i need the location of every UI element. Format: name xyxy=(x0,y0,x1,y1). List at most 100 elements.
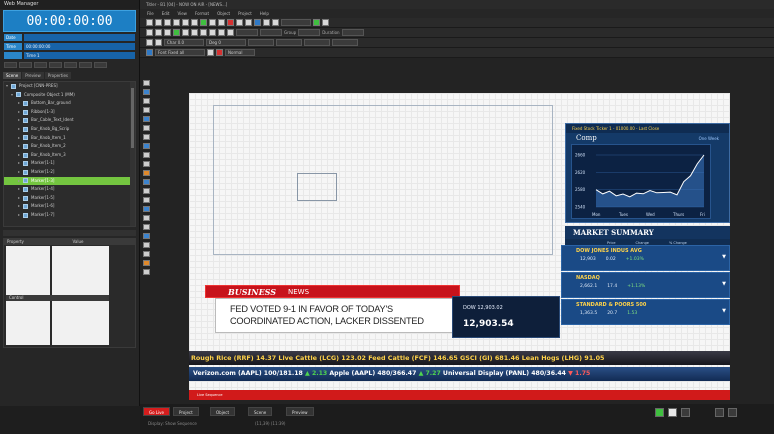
cut-icon[interactable] xyxy=(173,19,180,26)
group-field[interactable] xyxy=(298,29,321,36)
menu-file[interactable]: File xyxy=(147,11,154,16)
pan-tool-icon[interactable] xyxy=(143,224,150,230)
duration-field[interactable] xyxy=(341,29,364,36)
tree-item[interactable]: ▸ Bar_Knob_Item_2 xyxy=(4,142,135,151)
tab-scene[interactable]: Scene xyxy=(3,72,22,79)
save-icon[interactable] xyxy=(164,19,171,26)
tree-item[interactable]: ▸ Bar_Knob_Bg_Scrip xyxy=(4,125,135,134)
new-icon[interactable] xyxy=(146,19,153,26)
menu-format[interactable]: Format xyxy=(195,11,209,16)
x-field[interactable] xyxy=(236,29,258,36)
time-field[interactable]: Time 00:00:00:00 xyxy=(4,43,135,50)
market-row[interactable]: STANDARD & POORS 500 1,363.5 20.7 1.53 ▼ xyxy=(561,299,730,325)
value-list-2[interactable] xyxy=(52,301,109,345)
align-left-icon[interactable] xyxy=(182,29,189,36)
lock-icon[interactable] xyxy=(227,29,234,36)
tree-item[interactable]: ▸ Bar_Cable_Text_Ident xyxy=(4,116,135,125)
market-row[interactable]: DOW JONES INDUS AVG 12,903 0.02 +1.03% ▼ xyxy=(561,245,730,271)
image-tool-icon-2[interactable] xyxy=(143,116,150,122)
image-tool-icon[interactable] xyxy=(245,19,252,26)
grid-tool-icon[interactable] xyxy=(143,233,150,239)
tree-item[interactable]: ▸ Bar_Knob_Item_1 xyxy=(4,134,135,143)
tree-item[interactable]: ▸ Bar_Knob_Item_3 xyxy=(4,151,135,160)
hand-icon[interactable] xyxy=(155,39,162,46)
font-select[interactable]: Font Fixed all xyxy=(155,49,205,56)
loop-button[interactable] xyxy=(79,62,92,68)
ticker-tool-icon[interactable] xyxy=(143,143,150,149)
y-field[interactable] xyxy=(260,29,282,36)
copy-icon[interactable] xyxy=(182,19,189,26)
text-tool-icon[interactable] xyxy=(236,19,243,26)
settings-icon[interactable] xyxy=(322,19,329,26)
tab-properties[interactable]: Properties xyxy=(44,72,71,79)
text-tool-icon-2[interactable] xyxy=(143,89,150,95)
tree-item[interactable]: ▸ Marker[1-4] xyxy=(4,185,135,194)
tree-item[interactable]: ▾ Composite Object 1 (MM) xyxy=(4,91,135,100)
preview-toggle-icon[interactable] xyxy=(668,408,677,417)
property-list-2[interactable] xyxy=(6,301,50,345)
tree-scrollbar[interactable] xyxy=(130,82,135,226)
pause-button[interactable] xyxy=(34,62,47,68)
commodities-ticker[interactable]: Rough Rice (RRF) 14.37 Live Cattle (LCG)… xyxy=(189,351,730,365)
bold-icon[interactable] xyxy=(146,29,153,36)
value-list[interactable] xyxy=(52,246,109,298)
settings-bottom-icon[interactable] xyxy=(728,408,737,417)
underline-icon[interactable] xyxy=(164,29,171,36)
tab-preview-bottom[interactable]: Preview xyxy=(286,407,314,416)
layers-tool-icon[interactable] xyxy=(143,206,150,212)
stock-chart-widget[interactable]: Fixed Stock Ticker 1 - 01000.00 - Last C… xyxy=(565,123,730,223)
grid-icon[interactable] xyxy=(263,19,270,26)
scene-tree[interactable]: ▾ Project [CNN-PRES] ▾ Composite Object 1 (… xyxy=(3,81,136,227)
rotation-field[interactable]: Deg 0 xyxy=(206,39,246,46)
layer-up-icon[interactable] xyxy=(209,29,216,36)
tree-item[interactable]: ▸ Marker[1-1] xyxy=(4,159,135,168)
rect-tool-icon[interactable] xyxy=(143,98,150,104)
paste-icon[interactable] xyxy=(191,19,198,26)
tree-item[interactable]: ▸ Marker[1-3] xyxy=(4,176,135,186)
height-field[interactable] xyxy=(276,39,302,46)
opacity-field[interactable] xyxy=(304,39,330,46)
forward-button[interactable] xyxy=(64,62,77,68)
stroke-icon[interactable] xyxy=(216,49,223,56)
snap-tool-icon[interactable] xyxy=(143,242,150,248)
menu-view[interactable]: View xyxy=(177,11,187,16)
cursor-icon[interactable] xyxy=(146,39,153,46)
style-select[interactable]: Normal xyxy=(225,49,255,56)
tree-item[interactable]: ▸ Bottom_Bar_ground xyxy=(4,99,135,108)
lower-third[interactable]: BUSINESS NEWS FED VOTED 9-1 IN FAVOR OF … xyxy=(205,281,460,341)
table-tool-icon[interactable] xyxy=(143,152,150,158)
menu-help[interactable]: Help xyxy=(260,11,269,16)
align-center-icon[interactable] xyxy=(191,29,198,36)
date-field[interactable]: Date xyxy=(4,34,135,41)
menu-edit[interactable]: Edit xyxy=(162,11,170,16)
stop-button[interactable] xyxy=(49,62,62,68)
property-list[interactable] xyxy=(6,246,50,298)
depth-field[interactable] xyxy=(332,39,358,46)
ellipse-tool-icon[interactable] xyxy=(143,107,150,113)
stocks-ticker[interactable]: Verizon.com (AAPL) 100/181.18 ▲ 2.13 App… xyxy=(189,367,730,381)
go-live-button[interactable]: Go Live xyxy=(143,407,170,416)
menu-project[interactable]: Project xyxy=(238,11,252,16)
shape-tool-icon[interactable] xyxy=(254,19,261,26)
layout-icon[interactable] xyxy=(715,408,724,417)
redo-icon[interactable] xyxy=(218,19,225,26)
chart-tool-icon[interactable] xyxy=(143,161,150,167)
italic-icon[interactable] xyxy=(155,29,162,36)
tree-item[interactable]: ▸ Marker[1-7] xyxy=(4,211,135,220)
undo-icon[interactable] xyxy=(209,19,216,26)
menu-object[interactable]: Object xyxy=(217,11,230,16)
rewind-button[interactable] xyxy=(4,62,17,68)
fill-icon[interactable] xyxy=(207,49,214,56)
output-toggle-icon[interactable] xyxy=(681,408,690,417)
record-button[interactable] xyxy=(94,62,107,68)
zoom-tool-icon[interactable] xyxy=(143,215,150,221)
tree-item[interactable]: ▸ Marker[1-2] xyxy=(4,168,135,177)
timer-select[interactable]: Time 1 xyxy=(4,52,135,59)
zoom-field[interactable] xyxy=(281,19,311,26)
video-tool-icon[interactable] xyxy=(143,170,150,176)
tab-object[interactable]: Object xyxy=(210,407,236,416)
tab-scene-bottom[interactable]: Scene xyxy=(248,407,273,416)
align-icon[interactable] xyxy=(272,19,279,26)
delete-icon[interactable] xyxy=(227,19,234,26)
open-icon[interactable] xyxy=(155,19,162,26)
